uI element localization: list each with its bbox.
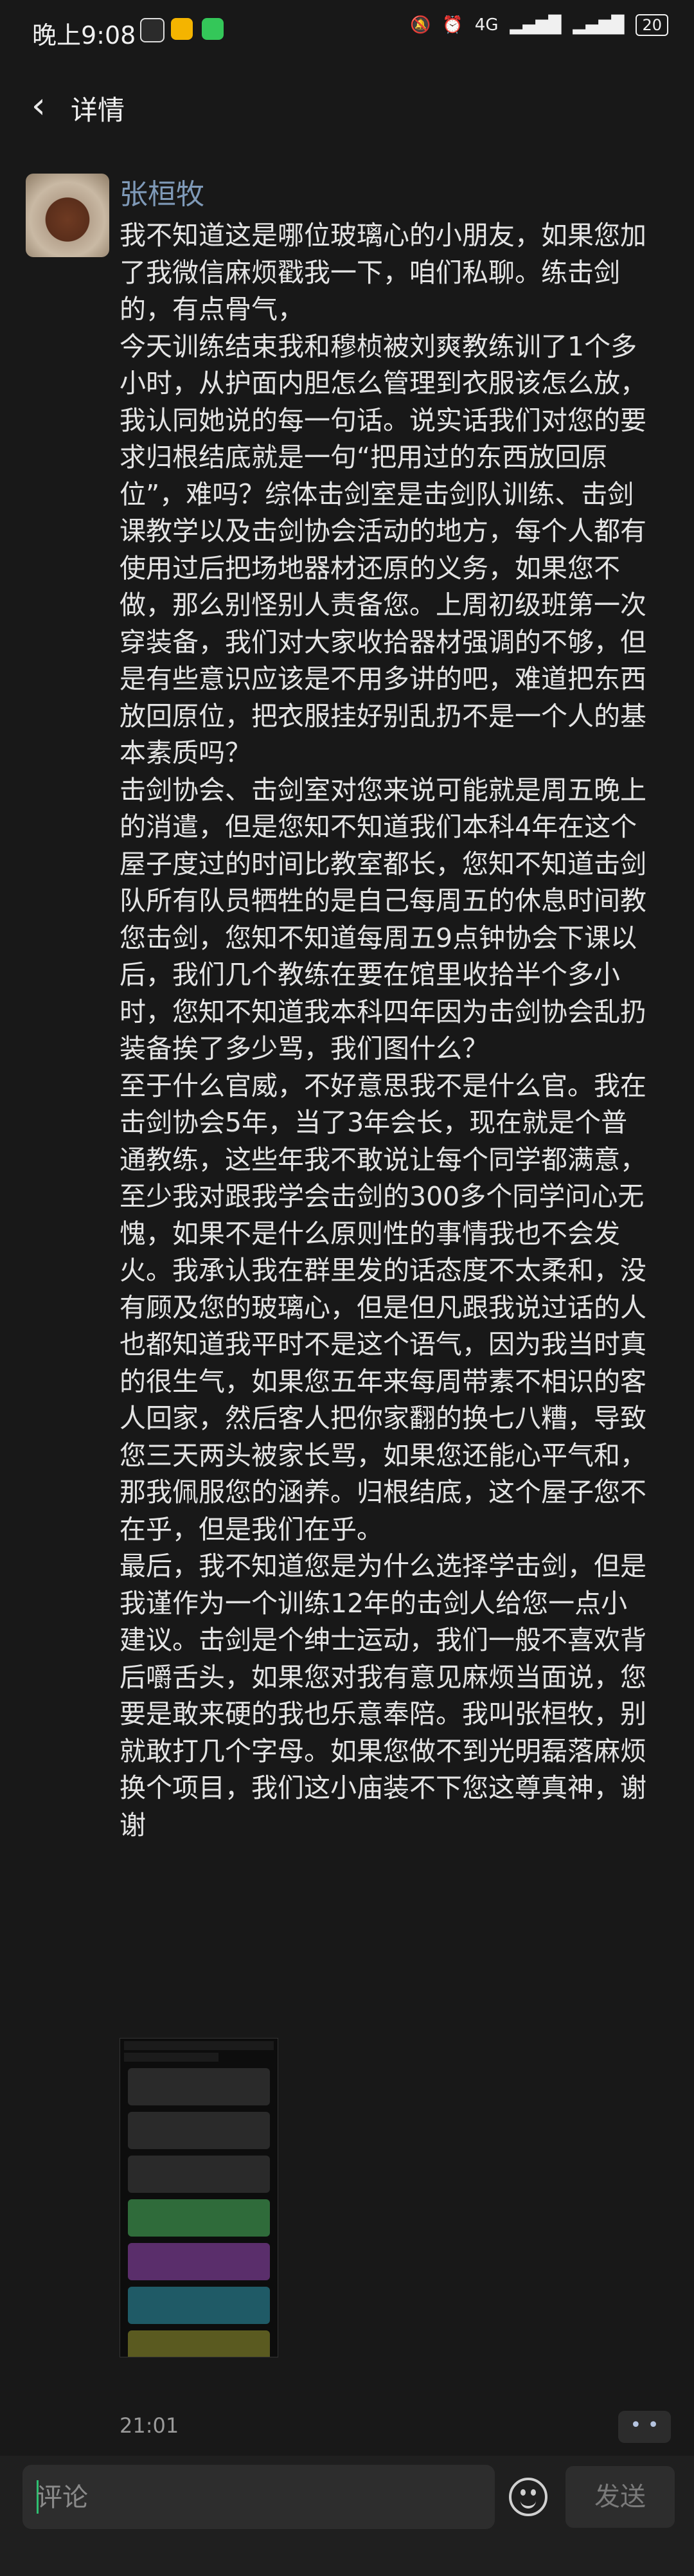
emoji-icon[interactable]	[509, 2478, 547, 2516]
thumb-message	[128, 2112, 270, 2149]
more-dots-icon[interactable]: • •	[618, 2411, 671, 2443]
post-content: 我不知道这是哪位玻璃心的小朋友，如果您加了我微信麻烦戳我一下，咱们私聊。练击剑的…	[120, 217, 653, 1844]
signal-icon: ▂▄▆█	[510, 15, 562, 35]
battery-level: 20	[636, 14, 668, 36]
post-paragraph: 最后，我不知道您是为什么选择学击剑，但是我谨作为一个训练12年的击剑人给您一点小…	[120, 1551, 646, 1841]
status-right: 🔕 ⏰ 4G ▂▄▆█ ▂▄▆█ 20	[410, 14, 668, 36]
thumb-bar	[124, 2041, 274, 2050]
network-label: 4G	[474, 15, 499, 35]
wechat-icon	[202, 18, 224, 40]
post-time: 21:01	[120, 2413, 179, 2438]
qq-icon	[140, 18, 165, 42]
thumb-message	[128, 2287, 270, 2324]
thumb-bar	[124, 2053, 218, 2062]
app-icon	[171, 18, 193, 40]
thumb-message	[128, 2068, 270, 2105]
thumb-message	[128, 2330, 270, 2357]
thumb-message	[128, 2243, 270, 2280]
thumb-message	[128, 2156, 270, 2193]
comment-box[interactable]	[22, 2465, 495, 2530]
status-time: 晚上9:08	[32, 21, 136, 50]
post-paragraph: 击剑协会、击剑室对您来说可能就是周五晚上的消遣，但是您知不知道我们本科4年在这个…	[120, 774, 646, 1065]
signal-icon-2: ▂▄▆█	[573, 15, 625, 35]
author-name[interactable]: 张桓牧	[120, 171, 204, 212]
nav-bar: ‹ 详情	[0, 64, 694, 148]
send-button[interactable]: 发送	[565, 2466, 675, 2528]
thumb-message	[128, 2199, 270, 2237]
mute-icon: 🔕	[410, 15, 431, 35]
emoji-mouth	[520, 2498, 536, 2508]
attached-screenshot[interactable]	[120, 2038, 278, 2357]
post-paragraph: 今天训练结束我和穆桢被刘爽教练训了1个多小时，从护面内胆怎么管理到衣服该怎么放，…	[120, 330, 646, 769]
avatar[interactable]	[26, 174, 109, 257]
chevron-left-icon[interactable]: ‹	[19, 84, 58, 129]
status-bar: 晚上9:08 🔕 ⏰ 4G ▂▄▆█ ▂▄▆█ 20	[0, 0, 694, 64]
post-paragraph: 我不知道这是哪位玻璃心的小朋友，如果您加了我微信麻烦戳我一下，咱们私聊。练击剑的…	[120, 220, 646, 325]
comment-bar: 发送	[0, 2456, 694, 2576]
post-paragraph: 至于什么官威，不好意思我不是什么官。我在击剑协会5年，当了3年会长，现在就是个普…	[120, 1070, 646, 1545]
page-title: 详情	[71, 95, 125, 126]
alarm-icon: ⏰	[442, 15, 463, 35]
comment-input[interactable]	[35, 2465, 488, 2530]
